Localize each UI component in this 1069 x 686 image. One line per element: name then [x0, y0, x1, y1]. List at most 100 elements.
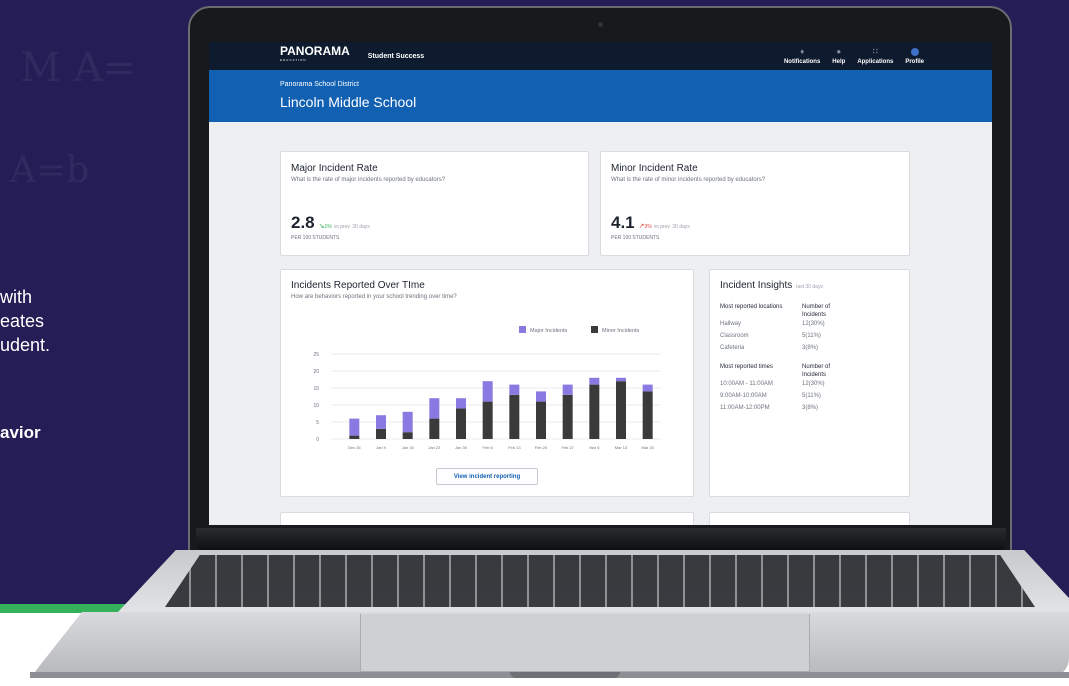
lower-card-left [280, 512, 694, 525]
bar-minor [349, 435, 360, 439]
bar-major [456, 398, 466, 409]
bar-major [616, 377, 626, 382]
change-text: vs prev. 30 days [333, 224, 370, 230]
list-item: Classroom 5(11%) [720, 333, 821, 339]
incidents-over-time-card: Incidents Reported Over TIme How are beh… [280, 269, 694, 497]
list-item: Hallway 12(30%) [720, 321, 825, 327]
top-nav: PANORAMA EDUCATION Student Success ♦ Not… [209, 42, 992, 70]
locations-header: Most reported locations [720, 304, 783, 310]
y-tick-label: 0 [316, 437, 319, 443]
help-icon: ● [836, 46, 842, 56]
x-tick-label: Jan 23 [428, 445, 441, 450]
nav-profile[interactable]: Profile [905, 47, 924, 65]
bar-major [536, 391, 546, 402]
major-change: 1% [324, 224, 332, 230]
minor-rate-value: 4.1 [611, 213, 635, 232]
bar-major [589, 377, 600, 385]
list-item: 11:00AM-12:00PM 3(8%) [720, 405, 819, 411]
bar-major [402, 411, 413, 433]
x-tick-label: Jan 30 [455, 445, 468, 450]
incident-insights-card: Incident Insights last 30 days Most repo… [709, 269, 910, 497]
x-tick-label: Jan 9 [376, 445, 387, 450]
list-item: Cafeteria 3(8%) [720, 345, 819, 351]
trend-down-icon: ↘1% [318, 223, 332, 230]
school-header: Panorama School District Lincoln Middle … [209, 70, 992, 122]
bar-minor [642, 391, 653, 439]
bar-minor [589, 384, 600, 439]
legend-swatch-minor [591, 326, 598, 333]
y-tick-label: 15 [313, 386, 319, 392]
incidents-bar-chart: 0 5 10 15 20 25 Dec 26 Jan 9 Jan 16 Jan 23 Jan 30 F… [313, 326, 661, 450]
y-tick-label: 25 [313, 352, 319, 358]
per-students-label: PER 100 STUDENTS [611, 235, 660, 241]
legend-label-minor: Minor Incidents [602, 328, 640, 334]
promo-bold-text: avior [0, 423, 41, 442]
laptop-notch [510, 672, 620, 678]
view-incident-reporting-button[interactable]: View incident reporting [436, 468, 538, 485]
bar-minor [402, 432, 413, 439]
bar-major [642, 384, 653, 392]
bell-icon: ♦ [800, 46, 805, 56]
x-tick-label: Feb 20 [535, 445, 548, 450]
list-item: 10:00AM - 11:00AM 12(30%) [720, 381, 825, 387]
x-tick-label: Feb 13 [508, 445, 521, 450]
card-subtitle: What is the rate of major incidents repo… [291, 177, 446, 183]
lower-card-right [709, 512, 910, 525]
bar-minor [616, 381, 626, 439]
card-title: Incidents Reported Over TIme [291, 280, 425, 291]
app-screen: PANORAMA EDUCATION Student Success ♦ Not… [209, 42, 992, 525]
bar-major [562, 384, 573, 395]
bar-minor [429, 418, 440, 439]
keyboard [165, 555, 1035, 607]
card-title: Incident Insights [720, 280, 793, 291]
bar-major [429, 398, 440, 419]
card-subtitle: How are behaviors reported in your schoo… [291, 294, 457, 300]
background-doodle: A=b [10, 150, 90, 191]
trend-up-icon: ↗3% [638, 223, 652, 230]
times-count-header: Number of Incidents [802, 364, 831, 378]
bar-minor [482, 401, 493, 439]
card-title: Minor Incident Rate [611, 163, 698, 174]
background-doodle: M A= [20, 45, 137, 91]
nav-help[interactable]: ● Help [832, 46, 845, 65]
bar-minor [536, 401, 546, 439]
card-subtitle: What is the rate of minor incidents repo… [611, 177, 766, 183]
x-tick-label: Dec 26 [348, 445, 361, 450]
panorama-logo[interactable]: PANORAMA EDUCATION [280, 45, 350, 65]
bar-minor [376, 428, 386, 439]
insights-period: last 30 days [796, 284, 823, 290]
product-name[interactable]: Student Success [368, 53, 424, 60]
bar-minor [456, 408, 466, 439]
list-item: 9:00AM-10:00AM 5(11%) [720, 393, 821, 399]
nav-applications[interactable]: ∷ Applications [857, 47, 893, 65]
laptop-hinge [196, 528, 1006, 550]
times-header: Most reported times [720, 364, 774, 370]
profile-icon [910, 47, 919, 56]
x-tick-label: Mar 13 [615, 445, 628, 450]
change-text: vs prev. 30 days [653, 224, 690, 230]
legend-label-major: Major Incidents [530, 328, 568, 334]
nav-notifications[interactable]: ♦ Notifications [784, 46, 820, 65]
promo-text: with eates udent. [0, 287, 51, 355]
y-tick-label: 20 [313, 369, 319, 375]
major-rate-value: 2.8 [291, 213, 315, 232]
legend-swatch-major [519, 326, 526, 333]
x-tick-label: Feb 27 [561, 445, 574, 450]
bar-minor [562, 394, 573, 439]
camera-icon [598, 22, 603, 27]
minor-change: 3% [644, 224, 652, 230]
per-students-label: PER 100 STUDENTS [291, 235, 340, 241]
x-tick-label: Mar 6 [589, 445, 600, 450]
bar-major [482, 381, 493, 402]
major-incident-card: Major Incident Rate What is the rate of … [280, 151, 589, 256]
x-tick-label: Jan 16 [402, 445, 415, 450]
bar-major [349, 418, 360, 436]
district-name: Panorama School District [280, 81, 359, 88]
nav-links: ♦ Notifications ● Help ∷ Applications Pr… [784, 46, 924, 65]
school-name: Lincoln Middle School [280, 94, 417, 110]
x-tick-label: Mar 20 [641, 445, 654, 450]
card-title: Major Incident Rate [291, 163, 378, 174]
minor-incident-card: Minor Incident Rate What is the rate of … [600, 151, 910, 256]
y-tick-label: 5 [316, 420, 319, 426]
bar-major [376, 415, 386, 429]
